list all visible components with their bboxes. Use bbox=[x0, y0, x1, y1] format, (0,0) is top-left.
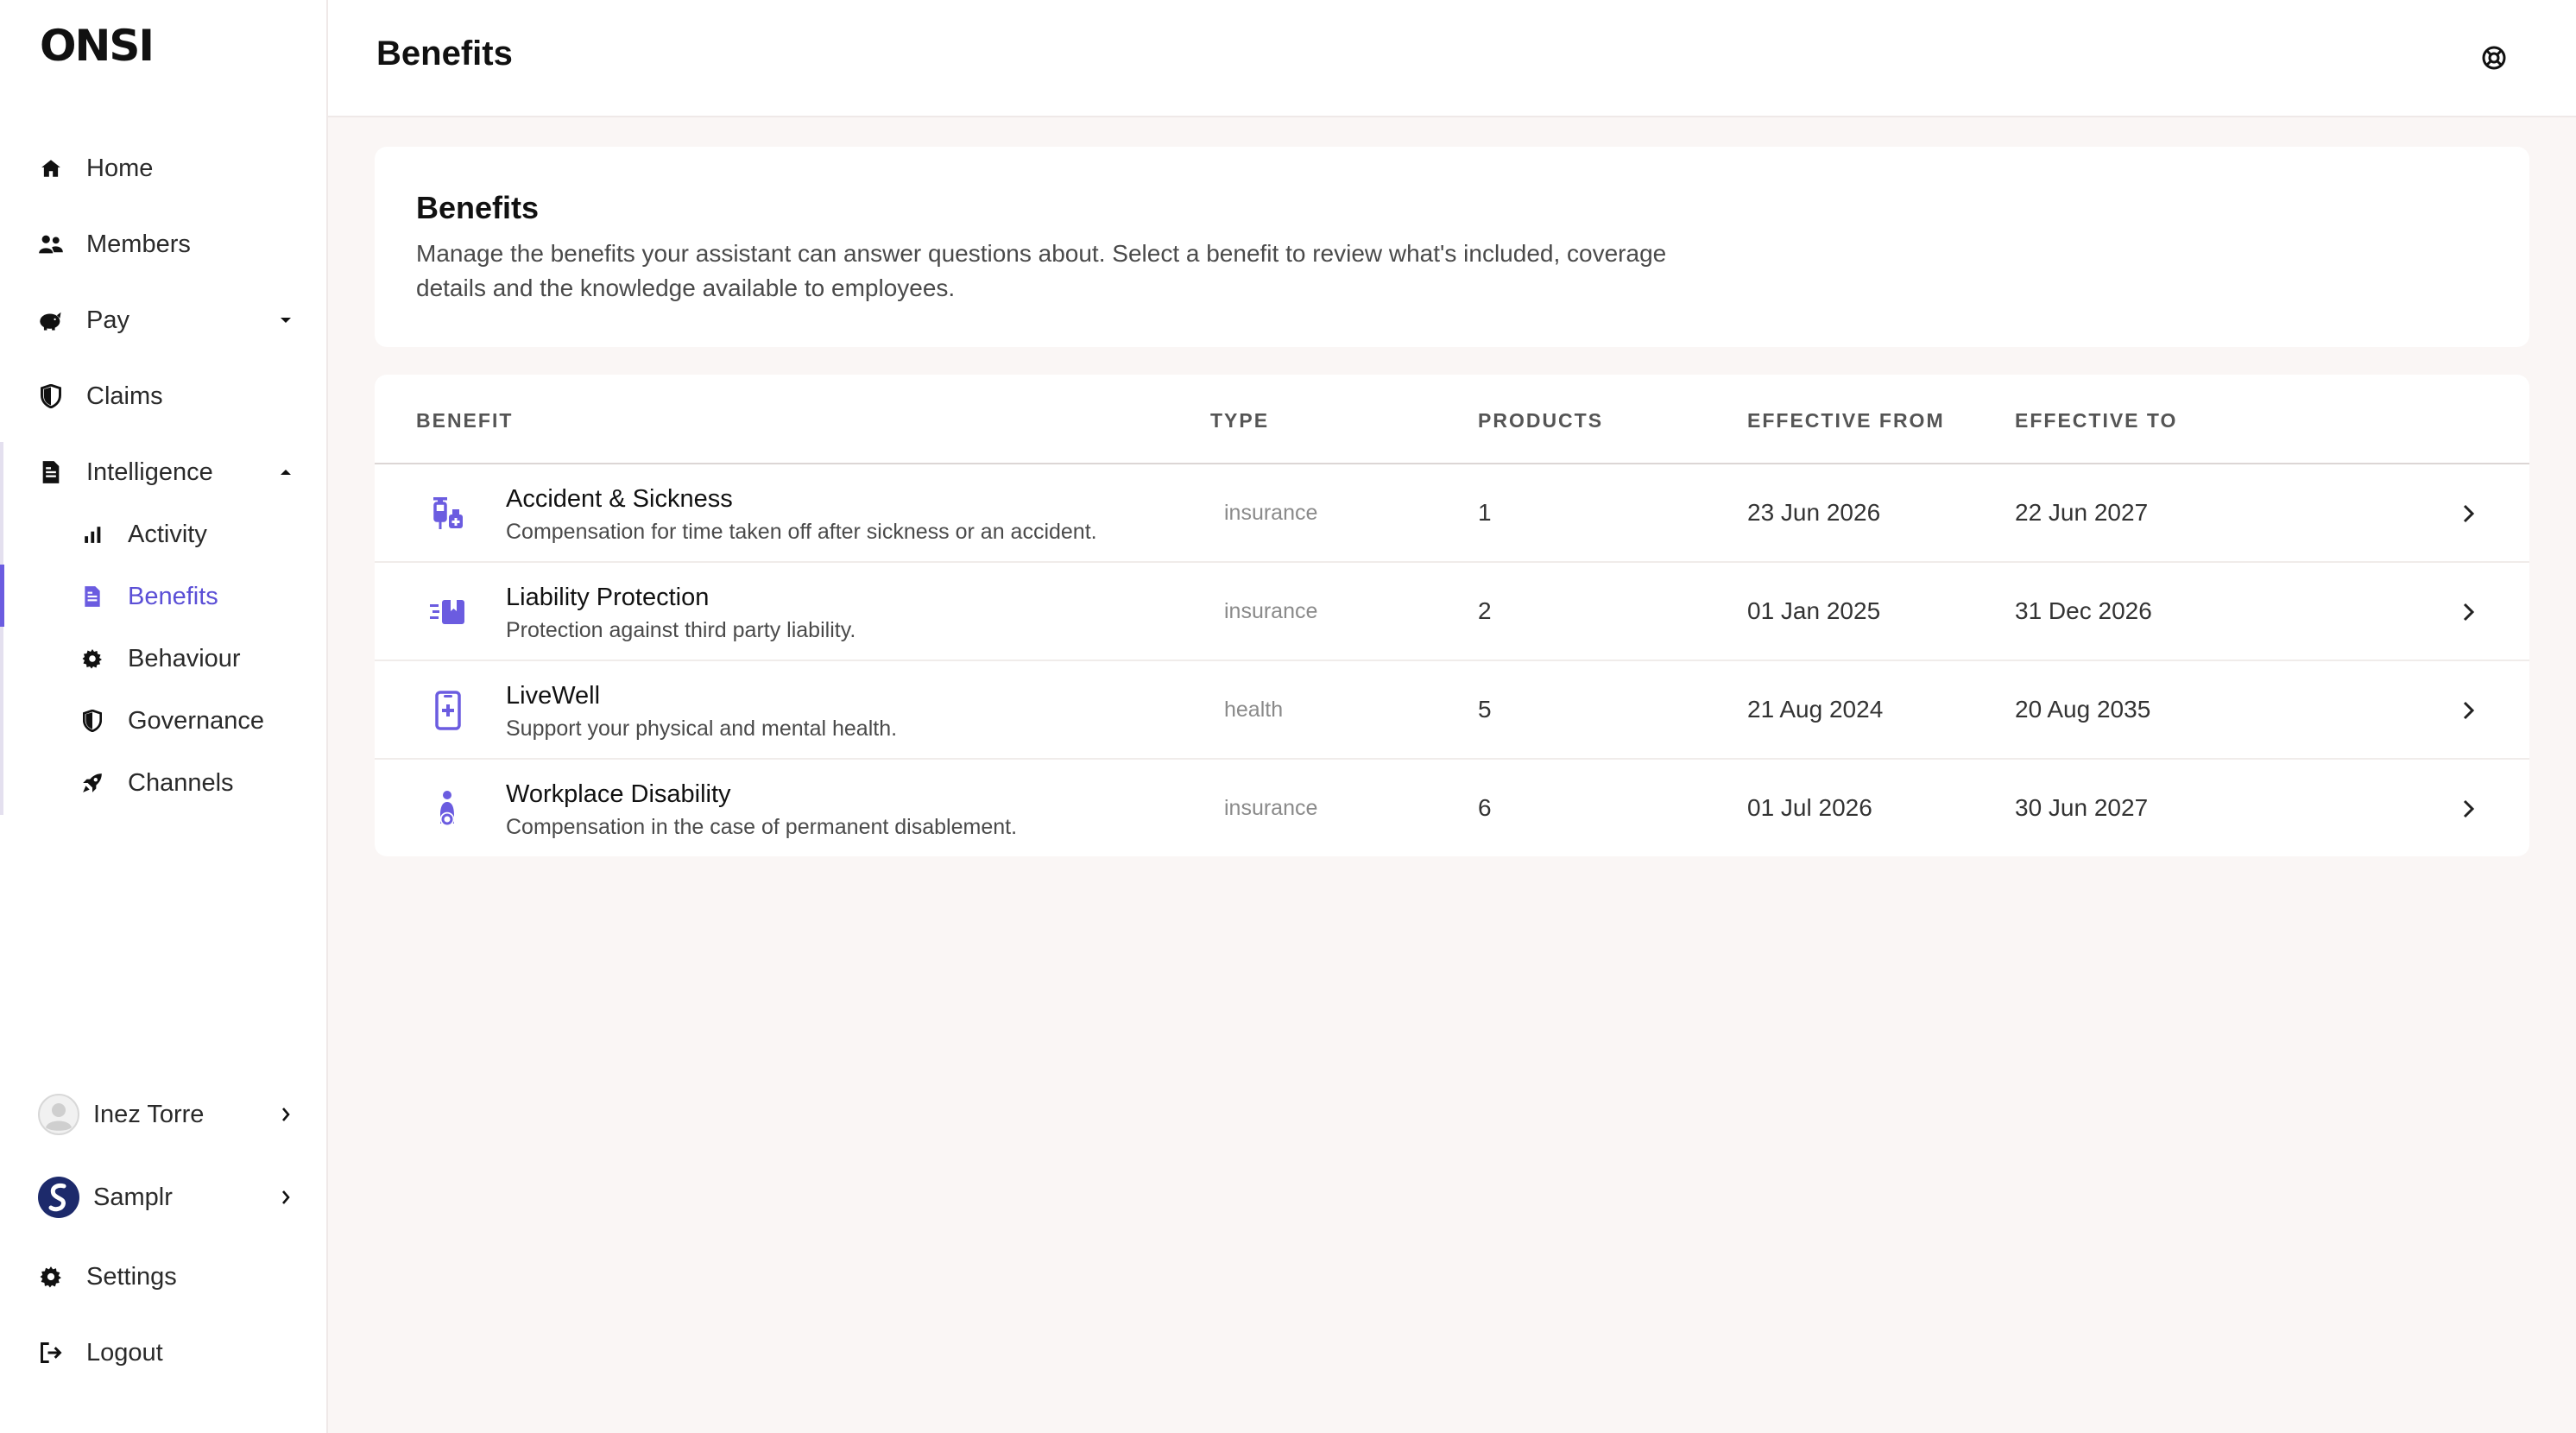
sidebar-item-governance[interactable]: Governance bbox=[0, 695, 326, 747]
benefit-name: LiveWell bbox=[506, 682, 601, 710]
org-name: Samplr bbox=[93, 1183, 173, 1211]
benefit-type: insurance bbox=[1224, 501, 1318, 525]
column-header-benefit: BENEFIT bbox=[416, 409, 514, 432]
page-title: Benefits bbox=[376, 35, 513, 73]
sidebar-item-label: Claims bbox=[86, 382, 163, 410]
benefit-type: insurance bbox=[1224, 796, 1318, 820]
caret-down-icon[interactable] bbox=[276, 311, 295, 330]
home-icon bbox=[38, 155, 64, 181]
benefit-type: health bbox=[1224, 698, 1284, 722]
chevron-right-icon[interactable] bbox=[2457, 502, 2479, 525]
caret-up-icon[interactable] bbox=[276, 463, 295, 482]
effective-from: 01 Jul 2026 bbox=[1747, 794, 1872, 821]
table-row[interactable]: Liability Protection Protection against … bbox=[375, 563, 2529, 661]
chevron-right-icon[interactable] bbox=[2457, 601, 2479, 623]
effective-to: 31 Dec 2026 bbox=[2015, 597, 2152, 624]
sidebar-item-benefits[interactable]: Benefits bbox=[0, 571, 326, 622]
sidebar-item-logout[interactable]: Logout bbox=[0, 1327, 326, 1379]
phone-medical-icon bbox=[428, 691, 468, 730]
lifebuoy-help-icon[interactable] bbox=[2481, 45, 2507, 71]
organization-menu[interactable]: Samplr bbox=[0, 1167, 326, 1228]
effective-from: 01 Jan 2025 bbox=[1747, 597, 1881, 624]
shield-icon bbox=[38, 383, 64, 409]
sidebar-item-pay[interactable]: Pay bbox=[0, 294, 326, 346]
sidebar-item-activity[interactable]: Activity bbox=[0, 508, 326, 560]
rocket-icon bbox=[79, 770, 105, 796]
benefit-name: Accident & Sickness bbox=[506, 485, 733, 513]
members-icon bbox=[38, 231, 64, 257]
fast-card-icon bbox=[428, 592, 468, 632]
column-header-type: TYPE bbox=[1210, 409, 1270, 432]
section-description: Manage the benefits your assistant can a… bbox=[416, 240, 1667, 301]
sidebar: ONSI Home Members Pay Claims Intelligenc… bbox=[0, 0, 328, 1433]
chevron-right-icon bbox=[276, 1188, 295, 1207]
gear-icon bbox=[79, 646, 105, 672]
sidebar-item-label: Home bbox=[86, 154, 154, 182]
benefit-products: 2 bbox=[1478, 597, 1492, 624]
sidebar-item-members[interactable]: Members bbox=[0, 218, 326, 270]
sidebar-item-label: Intelligence bbox=[86, 458, 213, 486]
org-logo bbox=[38, 1177, 79, 1218]
top-header: Benefits bbox=[328, 0, 2576, 117]
sidebar-item-label: Governance bbox=[128, 706, 264, 735]
benefits-intro-card: Benefits Manage the benefits your assist… bbox=[375, 147, 2529, 347]
benefit-type: insurance bbox=[1224, 599, 1318, 623]
effective-from: 21 Aug 2024 bbox=[1747, 696, 1884, 723]
column-header-effective-from: EFFECTIVE FROM bbox=[1747, 409, 1945, 432]
table-row[interactable]: LiveWell Support your physical and menta… bbox=[375, 661, 2529, 760]
column-header-effective-to: EFFECTIVE TO bbox=[2015, 409, 2178, 432]
sidebar-item-claims[interactable]: Claims bbox=[0, 370, 326, 422]
benefit-name: Workplace Disability bbox=[506, 780, 731, 808]
avatar bbox=[38, 1094, 79, 1135]
document-icon bbox=[38, 459, 64, 485]
benefit-products: 5 bbox=[1478, 696, 1492, 723]
benefit-products: 6 bbox=[1478, 794, 1492, 821]
table-row[interactable]: Workplace Disability Compensation in the… bbox=[375, 760, 2529, 856]
benefit-name: Liability Protection bbox=[506, 584, 710, 611]
user-profile-menu[interactable]: Inez Torre bbox=[0, 1084, 326, 1145]
sidebar-item-channels[interactable]: Channels bbox=[0, 757, 326, 809]
chevron-right-icon[interactable] bbox=[2457, 798, 2479, 820]
effective-from: 23 Jun 2026 bbox=[1747, 499, 1881, 526]
sidebar-item-label: Channels bbox=[128, 768, 234, 797]
shield-icon bbox=[79, 708, 105, 734]
benefit-description: Compensation for time taken off after si… bbox=[506, 520, 1097, 544]
sidebar-item-behaviour[interactable]: Behaviour bbox=[0, 633, 326, 685]
piggy-bank-icon bbox=[38, 307, 64, 333]
sidebar-item-settings[interactable]: Settings bbox=[0, 1251, 326, 1303]
sidebar-item-label: Logout bbox=[86, 1338, 163, 1367]
bar-chart-icon bbox=[79, 521, 105, 547]
table-row[interactable]: Accident & Sickness Compensation for tim… bbox=[375, 464, 2529, 563]
sidebar-item-label: Settings bbox=[86, 1262, 177, 1291]
app-logo[interactable]: ONSI bbox=[40, 21, 155, 71]
effective-to: 22 Jun 2027 bbox=[2015, 499, 2149, 526]
syringe-icon bbox=[428, 494, 468, 533]
benefit-description: Support your physical and mental health. bbox=[506, 716, 898, 741]
chevron-right-icon bbox=[276, 1105, 295, 1124]
benefits-table: BENEFIT TYPE PRODUCTS EFFECTIVE FROM EFF… bbox=[375, 375, 2529, 856]
table-header: BENEFIT TYPE PRODUCTS EFFECTIVE FROM EFF… bbox=[375, 375, 2529, 464]
document-icon bbox=[79, 584, 105, 609]
effective-to: 30 Jun 2027 bbox=[2015, 794, 2149, 821]
benefit-products: 1 bbox=[1478, 499, 1492, 526]
user-name: Inez Torre bbox=[93, 1100, 205, 1128]
sidebar-item-intelligence[interactable]: Intelligence bbox=[0, 446, 326, 498]
column-header-products: PRODUCTS bbox=[1478, 409, 1604, 432]
sidebar-item-label: Activity bbox=[128, 520, 207, 548]
sidebar-item-label: Pay bbox=[86, 306, 129, 334]
sidebar-item-home[interactable]: Home bbox=[0, 142, 326, 194]
benefit-description: Compensation in the case of permanent di… bbox=[506, 815, 1018, 839]
sidebar-item-label: Members bbox=[86, 230, 191, 258]
sidebar-item-label: Benefits bbox=[128, 582, 218, 610]
benefit-description: Protection against third party liability… bbox=[506, 618, 856, 642]
sidebar-item-label: Behaviour bbox=[128, 644, 241, 672]
effective-to: 20 Aug 2035 bbox=[2015, 696, 2151, 723]
wheelchair-person-icon bbox=[428, 789, 468, 829]
chevron-right-icon[interactable] bbox=[2457, 699, 2479, 722]
gear-icon bbox=[38, 1264, 64, 1290]
logout-icon bbox=[38, 1340, 64, 1366]
section-title: Benefits bbox=[416, 190, 540, 225]
